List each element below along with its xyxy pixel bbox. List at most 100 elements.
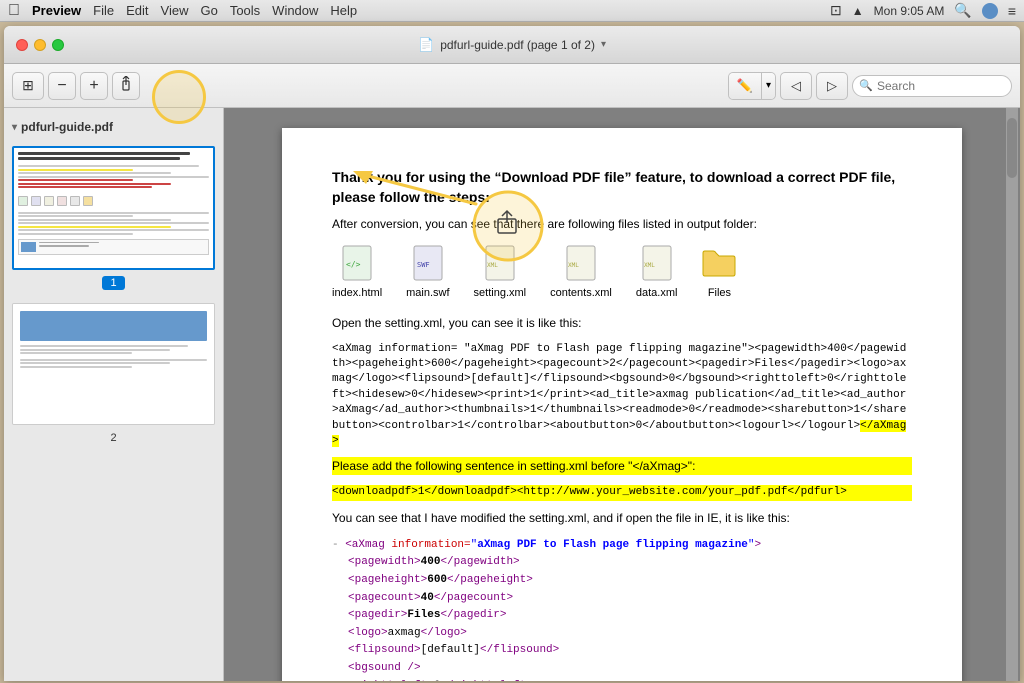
wifi-icon: ▲ [852, 4, 864, 18]
pen-icon: ✏️ [737, 78, 753, 94]
minimize-button[interactable] [34, 39, 46, 51]
back-nav-button[interactable]: ◁ [780, 72, 812, 100]
page-1-label: 1 [102, 276, 124, 290]
scrollbar-thumb[interactable] [1007, 118, 1017, 178]
xml-pagecount: <pagecount>40</pagecount> [332, 590, 912, 608]
maximize-button[interactable] [52, 39, 64, 51]
window-menu[interactable]: Window [272, 3, 318, 18]
scrollbar-track[interactable] [1006, 108, 1018, 681]
zoom-in-button[interactable]: + [80, 72, 108, 100]
file-menu[interactable]: File [93, 3, 114, 18]
preview-window: 📄 pdfurl-guide.pdf (page 1 of 2) ▾ ⊞ − + [4, 26, 1020, 681]
zoom-out-button[interactable]: − [48, 72, 76, 100]
control-center-icon[interactable]: ≡ [1008, 3, 1016, 19]
svg-text:XML: XML [644, 262, 655, 269]
xml-pagewidth: <pagewidth>400</pagewidth> [332, 554, 912, 572]
pen-dropdown-arrow: ▾ [766, 80, 771, 91]
window-title-text: pdfurl-guide.pdf (page 1 of 2) [440, 38, 595, 52]
contents-file-label: contents.xml [550, 285, 612, 302]
file-icon-setting: XML setting.xml [474, 245, 527, 302]
titlebar: 📄 pdfurl-guide.pdf (page 1 of 2) ▾ [4, 26, 1020, 64]
html-file-label: index.html [332, 285, 382, 302]
svg-text:XML: XML [568, 262, 579, 269]
window-title: 📄 pdfurl-guide.pdf (page 1 of 2) ▾ [418, 37, 606, 53]
setting-file-icon: XML [482, 245, 518, 281]
menubar:  Preview File Edit View Go Tools Window… [0, 0, 1024, 22]
go-menu[interactable]: Go [200, 3, 217, 18]
folder-icon [701, 245, 737, 281]
data-file-icon: XML [639, 245, 675, 281]
search-wrapper: 🔍 [852, 75, 1012, 97]
search-menubar-icon[interactable]: 🔍 [954, 2, 971, 19]
swf-file-label: main.swf [406, 285, 449, 302]
page-thumb-1[interactable]: 1 [12, 146, 215, 295]
file-icons-row: </> index.html SWF main.swf [332, 245, 912, 302]
pdf-para2: Open the setting.xml, you can see it is … [332, 314, 912, 332]
toolbar: ⊞ − + ✏️ ▾ [4, 64, 1020, 108]
sidebar-panel: ▾ pdfurl-guide.pdf [4, 108, 224, 681]
page-thumb-2[interactable]: 2 [12, 303, 215, 449]
app-menu[interactable]: Preview [32, 3, 81, 18]
close-button[interactable] [16, 39, 28, 51]
pen-button[interactable]: ✏️ [729, 73, 761, 99]
pdf-highlight1: Please add the following sentence in set… [332, 457, 912, 475]
back-icon: ◁ [791, 78, 801, 94]
file-icon-html: </> index.html [332, 245, 382, 302]
page-2-image[interactable] [12, 303, 215, 425]
pdf-xml-block: - <aXmag information="aXmag PDF to Flash… [332, 537, 912, 681]
pdf-para3: You can see that I have modified the set… [332, 509, 912, 527]
contents-file-icon: XML [563, 245, 599, 281]
search-input[interactable] [852, 75, 1012, 97]
sidebar-toggle-button[interactable]: ⊞ [12, 72, 44, 100]
sidebar-filename: pdfurl-guide.pdf [21, 120, 113, 134]
forward-icon: ▷ [827, 78, 837, 94]
help-menu[interactable]: Help [330, 3, 357, 18]
xml-bgsound: <bgsound /> [332, 660, 912, 678]
tools-menu[interactable]: Tools [230, 3, 260, 18]
pdf-icon: 📄 [418, 37, 434, 53]
xml-line-root: - <aXmag information="aXmag PDF to Flash… [332, 537, 912, 555]
svg-text:</>: </> [346, 260, 361, 269]
view-menu[interactable]: View [161, 3, 189, 18]
xml-logo: <logo>axmag</logo> [332, 625, 912, 643]
setting-file-label: setting.xml [474, 285, 527, 302]
traffic-lights [16, 39, 64, 51]
data-file-label: data.xml [636, 285, 678, 302]
markup-toolbar: ✏️ ▾ [728, 72, 776, 100]
pdf-title: Thank you for using the “Download PDF fi… [332, 168, 912, 207]
page-1-label-wrapper: 1 [12, 270, 215, 295]
xml-pageheight: <pageheight>600</pageheight> [332, 572, 912, 590]
sidebar-header: ▾ pdfurl-guide.pdf [4, 116, 223, 138]
screen-share-icon[interactable]: ⊡ [830, 2, 842, 19]
edit-menu[interactable]: Edit [126, 3, 148, 18]
apple-menu[interactable]:  [8, 2, 20, 20]
main-area: ▾ pdfurl-guide.pdf [4, 108, 1020, 681]
sidebar-expand-icon[interactable]: ▾ [12, 122, 17, 133]
sidebar-toggle-icon: ⊞ [22, 77, 34, 94]
pdf-para1: After conversion, you can see that there… [332, 215, 912, 233]
page-1-image[interactable] [12, 146, 215, 270]
forward-nav-button[interactable]: ▷ [816, 72, 848, 100]
title-dropdown-icon[interactable]: ▾ [601, 39, 606, 50]
xml-pagedir: <pagedir>Files</pagedir> [332, 607, 912, 625]
folder-label: Files [708, 285, 731, 302]
html-file-icon: </> [339, 245, 375, 281]
pen-dropdown-button[interactable]: ▾ [761, 73, 775, 99]
xml-flipsound: <flipsound>[default]</flipsound> [332, 642, 912, 660]
pdf-page: Thank you for using the “Download PDF fi… [282, 128, 962, 681]
content-area[interactable]: Thank you for using the “Download PDF fi… [224, 108, 1020, 681]
pdf-highlight2: <downloadpdf>1</downloadpdf><http://www.… [332, 485, 912, 500]
file-icon-swf: SWF main.swf [406, 245, 449, 302]
page-2-label-wrapper: 2 [12, 425, 215, 449]
share-button[interactable] [112, 72, 140, 100]
file-icon-contents: XML contents.xml [550, 245, 612, 302]
zoom-in-icon: + [89, 77, 98, 95]
svg-text:XML: XML [487, 262, 498, 269]
zoom-out-icon: − [57, 77, 66, 95]
user-icon[interactable] [982, 3, 998, 19]
sidebar-pages: 1 [4, 138, 223, 457]
time-display: Mon 9:05 AM [874, 4, 945, 18]
file-icon-folder: Files [701, 245, 737, 302]
share-icon [119, 76, 133, 95]
svg-text:SWF: SWF [417, 261, 430, 269]
